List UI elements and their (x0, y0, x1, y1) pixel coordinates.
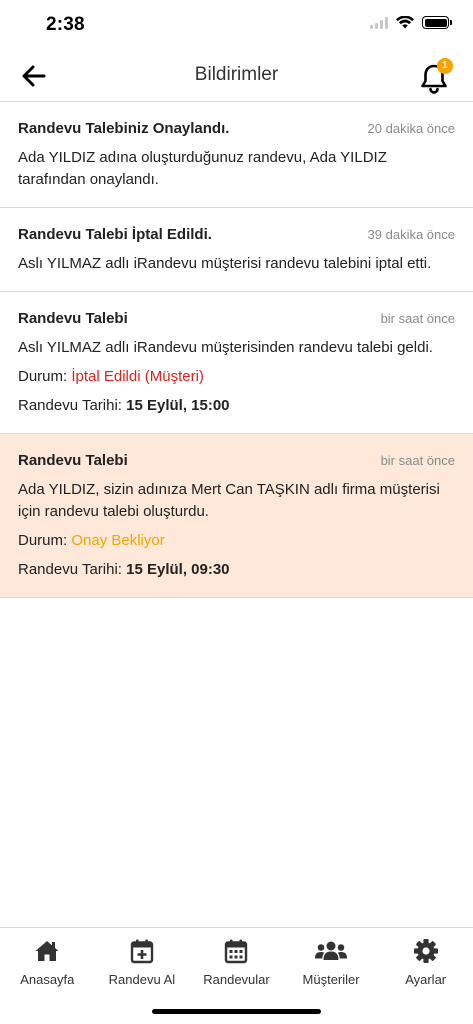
status-icons (370, 16, 452, 29)
notification-title: Randevu Talebi İptal Edildi. (18, 226, 212, 243)
appointment-status: Durum: İptal Edildi (Müşteri) (18, 366, 455, 388)
status-label: Durum: (18, 532, 68, 549)
tab-ayarlar[interactable]: Ayarlar (378, 928, 473, 1024)
tab-label: Ayarlar (405, 972, 447, 987)
notification-title: Randevu Talebi (18, 452, 128, 469)
date-value: 15 Eylül, 15:00 (126, 397, 230, 414)
notification-title: Randevu Talebiniz Onaylandı. (18, 120, 230, 137)
home-indicator (152, 1009, 321, 1014)
notification-item[interactable]: Randevu Talebi bir saat önce Aslı YILMAZ… (0, 292, 473, 434)
date-label: Randevu Tarihi: (18, 397, 122, 414)
notification-title: Randevu Talebi (18, 310, 128, 327)
notification-item-unread[interactable]: Randevu Talebi bir saat önce Ada YILDIZ,… (0, 434, 473, 598)
status-value: Onay Bekliyor (71, 532, 165, 549)
battery-icon (422, 16, 452, 29)
appointment-status: Durum: Onay Bekliyor (18, 530, 455, 552)
status-time: 2:38 (46, 14, 85, 35)
notification-time: bir saat önce (380, 453, 455, 468)
notification-time: 20 dakika önce (367, 121, 455, 136)
gear-icon (413, 939, 438, 963)
status-label: Durum: (18, 368, 68, 385)
notification-body: Aslı YILMAZ adlı iRandevu müşterisinden … (18, 339, 433, 356)
status-bar: 2:38 (0, 0, 473, 50)
notification-body: Aslı YILMAZ adlı iRandevu müşterisi rand… (18, 255, 432, 272)
tab-label: Müşteriler (302, 972, 360, 987)
wifi-icon (396, 16, 414, 29)
signal-icon (370, 16, 388, 29)
home-icon (35, 941, 59, 961)
notification-time: 39 dakika önce (367, 227, 455, 242)
calendar-plus-icon (130, 939, 154, 964)
users-icon (315, 941, 348, 960)
appointment-date: Randevu Tarihi: 15 Eylül, 09:30 (18, 559, 455, 581)
date-label: Randevu Tarihi: (18, 561, 122, 578)
status-value: İptal Edildi (Müşteri) (71, 368, 204, 385)
calendar-icon (225, 939, 248, 964)
date-value: 15 Eylül, 09:30 (126, 561, 230, 578)
tab-label: Randevular (203, 972, 270, 987)
tab-label: Randevu Al (108, 972, 176, 987)
page-title: Bildirimler (194, 64, 279, 85)
tab-label: Anasayfa (20, 972, 75, 987)
notification-list: Randevu Talebiniz Onaylandı. 20 dakika ö… (0, 102, 473, 598)
notification-badge: 1 (437, 58, 453, 74)
appointment-date: Randevu Tarihi: 15 Eylül, 15:00 (18, 395, 455, 417)
notification-time: bir saat önce (380, 311, 455, 326)
nav-header: Bildirimler 1 (0, 50, 473, 102)
notification-item[interactable]: Randevu Talebiniz Onaylandı. 20 dakika ö… (0, 102, 473, 208)
notification-body: Ada YILDIZ adına oluşturduğunuz randevu,… (18, 149, 387, 188)
notification-item[interactable]: Randevu Talebi İptal Edildi. 39 dakika ö… (0, 208, 473, 292)
notifications-button[interactable]: 1 (417, 58, 453, 94)
notification-body: Ada YILDIZ, sizin adınıza Mert Can TAŞKI… (18, 481, 440, 520)
tab-anasayfa[interactable]: Anasayfa (0, 928, 95, 1024)
